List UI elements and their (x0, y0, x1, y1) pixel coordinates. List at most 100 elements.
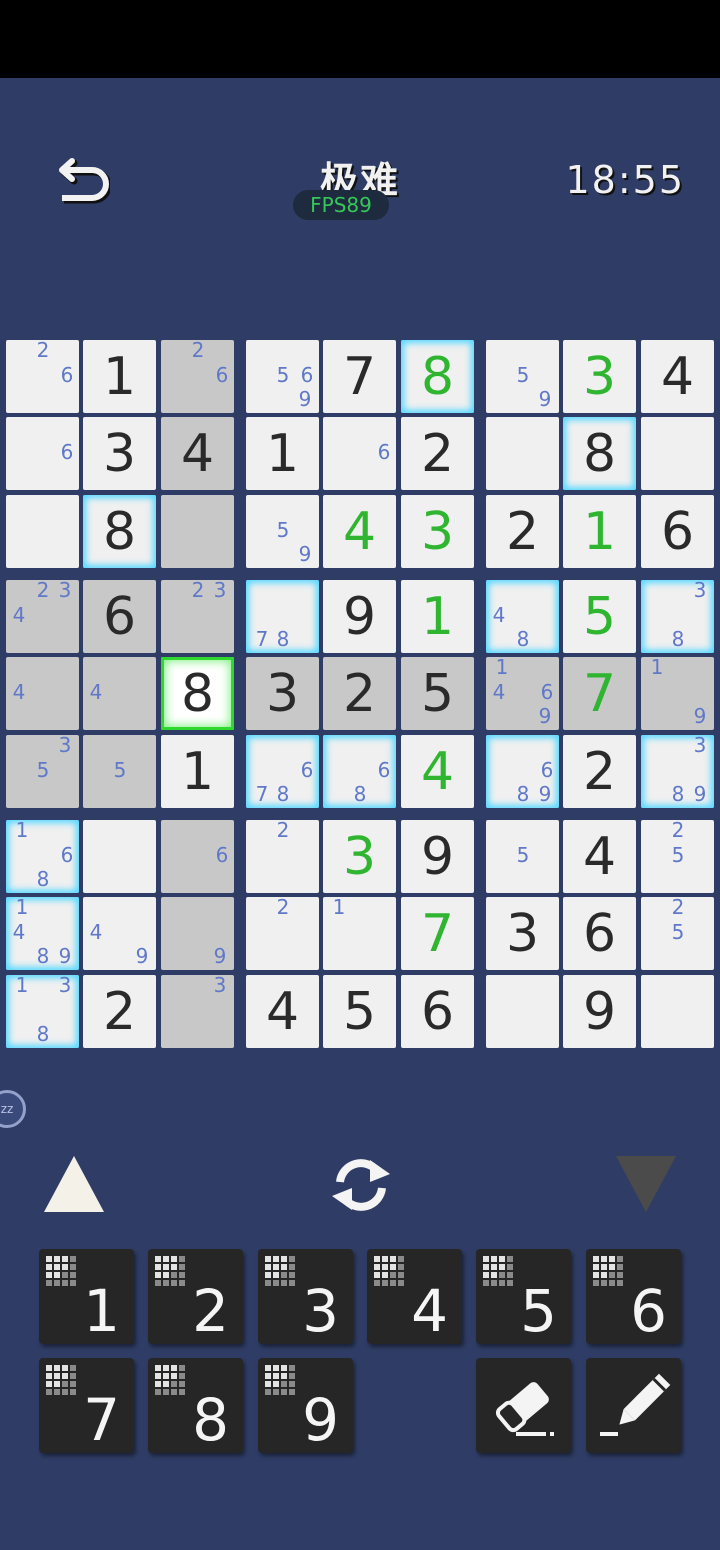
cell-r4c6[interactable]: 1 (401, 580, 474, 653)
cell-r2c5[interactable]: 6 (323, 417, 396, 490)
cell-r4c7[interactable]: 48 (486, 580, 559, 653)
cell-r1c1[interactable]: 26 (6, 338, 79, 413)
key-1[interactable]: 1 (39, 1249, 134, 1344)
cell-r2c9[interactable] (641, 417, 714, 490)
cell-r8c5[interactable]: 1 (323, 895, 396, 970)
cell-r2c1[interactable]: 6 (6, 417, 79, 490)
cell-r6c9[interactable]: 3 89 (641, 733, 714, 808)
cell-r6c2[interactable]: 5 (83, 735, 156, 808)
cell-r3c2[interactable]: 8 (83, 495, 156, 568)
cell-r6c6[interactable]: 4 (401, 735, 474, 808)
cell-r9c4[interactable]: 4 (246, 975, 319, 1048)
cell-r1c9[interactable]: 4 (641, 340, 714, 413)
cell-r4c4[interactable]: 78 (246, 580, 319, 653)
key-2[interactable]: 2 (148, 1249, 243, 1344)
cell-r7c9[interactable]: 25 (641, 818, 714, 893)
cell-r9c2[interactable]: 2 (83, 975, 156, 1048)
cell-r5c7[interactable]: 14 69 (486, 655, 559, 730)
cell-r6c5[interactable]: 68 (323, 735, 396, 808)
cell-r8c2[interactable]: 49 (83, 897, 156, 970)
key-3[interactable]: 3 (258, 1249, 353, 1344)
cell-r7c4[interactable]: 2 (246, 818, 319, 893)
cell-r7c6[interactable]: 9 (401, 820, 474, 893)
cell-r8c9[interactable]: 25 (641, 895, 714, 970)
cell-r6c7[interactable]: 689 (486, 735, 559, 808)
cell-r4c8[interactable]: 5 (563, 580, 636, 653)
cell-r4c5[interactable]: 9 (323, 580, 396, 653)
cell-r8c7[interactable]: 3 (486, 897, 559, 970)
cell-r3c1[interactable] (6, 495, 79, 568)
cell-r8c4[interactable]: 2 (246, 895, 319, 970)
cell-r8c8[interactable]: 6 (563, 897, 636, 970)
key-8[interactable]: 8 (148, 1358, 243, 1453)
cell-r3c4[interactable]: 59 (246, 495, 319, 568)
cell-r3c7[interactable]: 2 (486, 495, 559, 568)
pencil-note: 5 (671, 920, 685, 944)
cell-r9c5[interactable]: 5 (323, 975, 396, 1048)
cell-r1c4[interactable]: 569 (246, 340, 319, 413)
cell-r1c8[interactable]: 3 (563, 340, 636, 413)
cell-r5c2[interactable]: 4 (83, 657, 156, 730)
key-4[interactable]: 4 (367, 1249, 462, 1344)
cell-r5c8[interactable]: 7 (563, 657, 636, 730)
cell-r7c7[interactable]: 5 (486, 820, 559, 893)
pencil-note: 6 (540, 680, 554, 704)
cell-r4c2[interactable]: 6 (83, 580, 156, 653)
cell-r5c9[interactable]: 19 (641, 655, 714, 730)
page-up-button[interactable] (40, 1152, 108, 1216)
cell-r5c5[interactable]: 2 (323, 657, 396, 730)
key-9[interactable]: 9 (258, 1358, 353, 1453)
cell-r8c3[interactable]: 9 (161, 897, 234, 970)
cell-r2c4[interactable]: 1 (246, 417, 319, 490)
cell-r4c3[interactable]: 23 (161, 578, 234, 653)
cell-r1c2[interactable]: 1 (83, 340, 156, 413)
cell-r7c1[interactable]: 1 68 (6, 818, 79, 893)
cell-r3c9[interactable]: 6 (641, 495, 714, 568)
cell-r5c3[interactable]: 8 (161, 657, 234, 730)
cell-r1c5[interactable]: 7 (323, 340, 396, 413)
cell-r3c5[interactable]: 4 (323, 495, 396, 568)
cell-r9c3[interactable]: 3 (161, 973, 234, 1048)
cell-r3c6[interactable]: 3 (401, 495, 474, 568)
cell-r6c1[interactable]: 35 (6, 733, 79, 808)
pencil-button[interactable] (586, 1358, 681, 1453)
cell-r2c6[interactable]: 2 (401, 417, 474, 490)
cell-r9c8[interactable]: 9 (563, 975, 636, 1048)
cell-r6c4[interactable]: 678 (246, 735, 319, 808)
cell-r2c7[interactable] (486, 417, 559, 490)
refresh-button[interactable] (326, 1152, 396, 1218)
cell-r5c1[interactable]: 4 (6, 657, 79, 730)
eraser-button[interactable] (476, 1358, 571, 1453)
cell-r7c5[interactable]: 3 (323, 820, 396, 893)
cell-r3c3[interactable] (161, 495, 234, 568)
cell-r7c8[interactable]: 4 (563, 820, 636, 893)
cell-r2c3[interactable]: 4 (161, 417, 234, 490)
cell-r1c7[interactable]: 59 (486, 340, 559, 413)
cell-r9c7[interactable] (486, 975, 559, 1048)
cell-r8c1[interactable]: 1489 (6, 895, 79, 970)
key-7[interactable]: 7 (39, 1358, 134, 1453)
key-5[interactable]: 5 (476, 1249, 571, 1344)
cell-r3c8[interactable]: 1 (563, 495, 636, 568)
cell-r7c3[interactable]: 6 (161, 820, 234, 893)
cell-r2c8[interactable]: 8 (563, 417, 636, 490)
cell-r2c2[interactable]: 3 (83, 417, 156, 490)
cell-r5c4[interactable]: 3 (246, 657, 319, 730)
cell-r4c9[interactable]: 38 (641, 578, 714, 653)
cell-r1c3[interactable]: 26 (161, 338, 234, 413)
page-down-button[interactable] (612, 1152, 680, 1216)
key-6[interactable]: 6 (586, 1249, 681, 1344)
cell-r6c3[interactable]: 1 (161, 735, 234, 808)
cell-r6c8[interactable]: 2 (563, 735, 636, 808)
cell-r9c6[interactable]: 6 (401, 975, 474, 1048)
sleep-zzz-icon[interactable]: zz (0, 1090, 26, 1128)
cell-r9c9[interactable] (641, 975, 714, 1048)
cell-r5c6[interactable]: 5 (401, 657, 474, 730)
cell-r7c2[interactable] (83, 820, 156, 893)
given-digit: 3 (102, 423, 137, 484)
cell-r4c1[interactable]: 23 4 (6, 578, 79, 653)
cell-r9c1[interactable]: 1 3 8 (6, 973, 79, 1048)
cell-r8c6[interactable]: 7 (401, 897, 474, 970)
pencil-note: 9 (693, 704, 707, 728)
cell-r1c6[interactable]: 8 (401, 340, 474, 413)
